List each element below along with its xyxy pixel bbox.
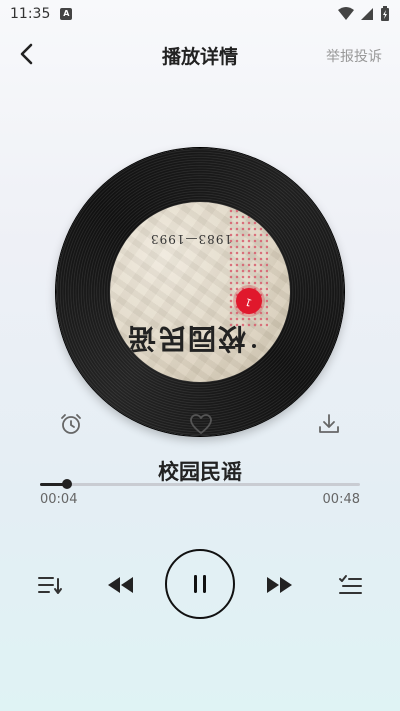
progress-thumb[interactable]	[61, 479, 72, 489]
rewind-icon	[108, 577, 133, 593]
current-time: 00:04	[40, 492, 78, 507]
song-title: 校园民谣	[158, 460, 242, 484]
status-time: 11:35	[10, 6, 51, 22]
next-button[interactable]	[264, 571, 296, 599]
signal-icon	[361, 8, 373, 20]
status-right	[338, 6, 390, 22]
status-bar: 11:35 A	[0, 0, 400, 28]
album-cover-title: 校园民谣	[126, 322, 247, 355]
album-cover-label: 1983—1993 1 校园民谣	[110, 202, 290, 382]
favorite-button[interactable]	[188, 410, 214, 438]
album-year-text: 1983—1993	[150, 232, 233, 246]
playback-controls	[0, 545, 400, 625]
queue-button[interactable]	[336, 571, 364, 599]
report-link[interactable]: 举报投诉	[326, 46, 382, 66]
wifi-icon	[338, 7, 354, 20]
alarm-button[interactable]	[58, 410, 84, 438]
status-left: 11:35 A	[10, 6, 73, 22]
playlist-icon	[38, 577, 62, 594]
fast-forward-icon	[267, 577, 292, 593]
action-row	[0, 410, 400, 440]
pause-button[interactable]	[165, 549, 235, 619]
pause-icon	[194, 575, 206, 593]
download-button[interactable]	[316, 410, 342, 438]
download-icon	[319, 414, 339, 433]
record-spindle	[252, 344, 256, 348]
playlist-button[interactable]	[36, 571, 64, 599]
progress-bar[interactable]	[40, 479, 360, 489]
nav-bar: 播放详情 举报投诉	[0, 32, 400, 76]
heart-icon	[190, 414, 212, 434]
battery-icon	[381, 6, 389, 21]
previous-button[interactable]	[104, 571, 136, 599]
alarm-clock-icon	[61, 414, 81, 434]
queue-list-icon	[339, 575, 362, 594]
total-time: 00:48	[322, 492, 360, 507]
vinyl-record[interactable]: 1983—1993 1 校园民谣	[56, 148, 344, 436]
notification-icon: A	[60, 8, 73, 20]
